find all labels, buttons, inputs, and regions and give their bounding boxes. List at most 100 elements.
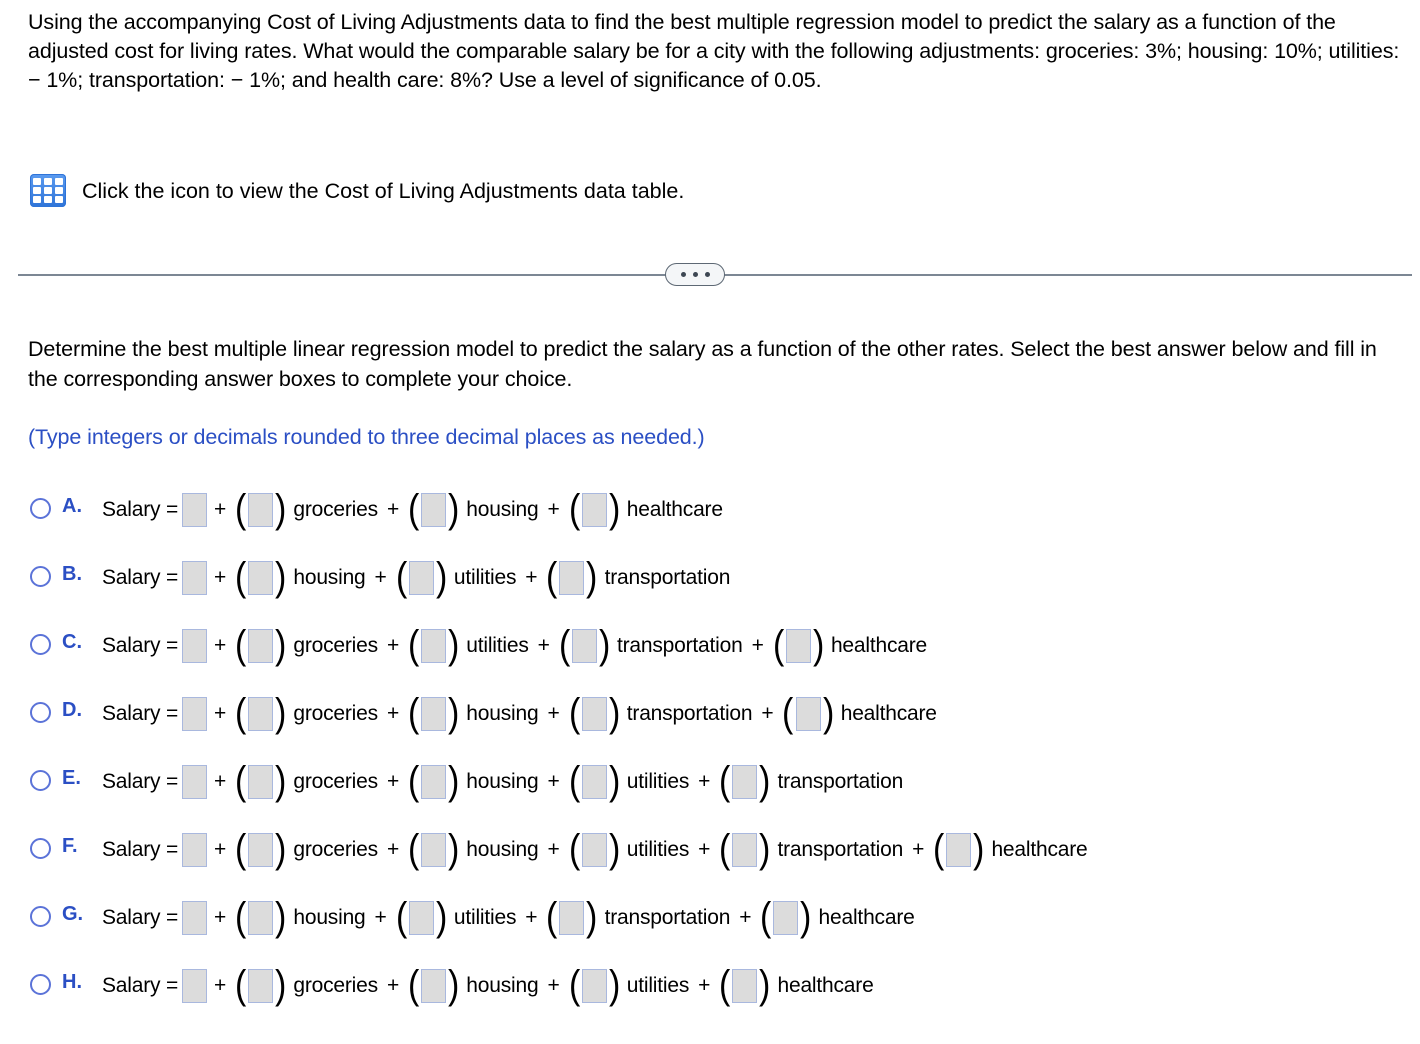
variable-label-housing: housing [466,498,539,521]
variable-label-groceries: groceries [293,770,378,793]
radio-button[interactable] [30,565,51,587]
radio-button[interactable] [30,905,51,927]
coefficient-input-utilities[interactable] [581,833,607,867]
regression-equation: Salary = + () groceries + () housing + () utiliti… [102,963,876,1007]
question-stem: Using the accompanying Cost of Living Ad… [28,10,1400,92]
coefficient-group: () [235,963,287,1007]
variable-label-utilities: utilities [466,634,529,657]
plus-sign: + [547,974,560,997]
coefficient-input-healthcare[interactable] [946,833,972,867]
coefficient-input-utilities[interactable] [408,901,434,935]
coefficient-input-transportation[interactable] [732,833,758,867]
answer-option-g[interactable]: G. Salary = + () housing + () utilities + () trans… [30,884,1420,952]
variable-label-groceries: groceries [293,974,378,997]
coefficient-input-utilities[interactable] [408,561,434,595]
coefficient-input-transportation[interactable] [571,629,597,663]
regression-equation: Salary = + () groceries + () housing + () transpo… [102,691,939,735]
radio-button[interactable] [30,633,51,655]
coefficient-input-housing[interactable] [248,561,274,595]
regression-equation: Salary = + () housing + () utilities + () transpo… [102,895,917,939]
variable-label-housing: housing [293,906,366,929]
option-letter: C. [62,631,82,653]
radio-button[interactable] [30,973,51,995]
answer-option-a[interactable]: A. Salary = + () groceries + () housing + () healt… [30,476,1420,544]
coefficient-input-transportation[interactable] [559,561,585,595]
coefficient-input-utilities[interactable] [581,969,607,1003]
variable-label-transportation: transportation [604,906,731,929]
coefficient-group: () [546,895,598,939]
plus-sign: + [761,702,774,725]
intercept-input[interactable] [182,765,208,799]
instruction-text: Determine the best multiple linear regre… [28,337,1377,391]
option-letter: E. [62,767,81,789]
coefficient-input-groceries[interactable] [248,493,274,527]
coefficient-input-housing[interactable] [421,833,447,867]
coefficient-group: () [568,963,620,1007]
equation-lhs: Salary = [102,838,179,861]
variable-label-housing: housing [293,566,366,589]
rounding-note: (Type integers or decimals rounded to th… [28,425,705,449]
intercept-input[interactable] [182,697,208,731]
plus-sign: + [214,566,227,589]
coefficient-input-groceries[interactable] [248,765,274,799]
plus-sign: + [698,838,711,861]
coefficient-input-utilities[interactable] [421,629,447,663]
intercept-input[interactable] [182,969,208,1003]
coefficient-input-transportation[interactable] [559,901,585,935]
coefficient-input-healthcare[interactable] [773,901,799,935]
coefficient-input-healthcare[interactable] [732,969,758,1003]
intercept-input[interactable] [182,629,208,663]
equation-lhs: Salary = [102,906,179,929]
ellipsis-horizontal-icon[interactable] [665,263,725,286]
table-grid-icon[interactable] [30,174,66,207]
coefficient-input-housing[interactable] [248,901,274,935]
plus-sign: + [547,838,560,861]
coefficient-input-healthcare[interactable] [795,697,821,731]
coefficient-input-groceries[interactable] [248,833,274,867]
option-letter: H. [62,971,82,993]
coefficient-input-groceries[interactable] [248,697,274,731]
answer-option-b[interactable]: B. Salary = + () housing + () utilities + () trans… [30,544,1420,612]
regression-equation: Salary = + () groceries + () housing + () utiliti… [102,761,905,801]
answer-option-e[interactable]: E. Salary = + () groceries + () housing + () utili… [30,748,1420,816]
plus-sign: + [214,974,227,997]
plus-sign: + [374,566,387,589]
radio-button[interactable] [30,769,51,791]
intercept-input[interactable] [182,901,208,935]
coefficient-input-utilities[interactable] [581,765,607,799]
coefficient-group: () [235,691,287,735]
answer-option-h[interactable]: H. Salary = + () groceries + () housing + () utili… [30,952,1420,1020]
intercept-input[interactable] [182,493,208,527]
coefficient-input-transportation[interactable] [581,697,607,731]
variable-label-transportation: transportation [604,566,731,589]
coefficient-input-housing[interactable] [421,765,447,799]
coefficient-input-healthcare[interactable] [581,493,607,527]
radio-button[interactable] [30,497,51,519]
coefficient-input-groceries[interactable] [248,629,274,663]
intercept-input[interactable] [182,833,208,867]
answer-option-c[interactable]: C. Salary = + () groceries + () utilities + () tra… [30,612,1420,680]
intercept-input[interactable] [182,561,208,595]
variable-label-housing: housing [466,770,539,793]
plus-sign: + [698,974,711,997]
radio-button[interactable] [30,701,51,723]
coefficient-group: () [395,895,447,939]
plus-sign: + [386,702,400,725]
variable-label-transportation: transportation [777,838,904,861]
equation-lhs: Salary = [102,702,179,725]
option-letter: B. [62,563,82,585]
variable-label-housing: housing [466,974,539,997]
data-table-link[interactable]: Click the icon to view the Cost of Livin… [30,174,684,207]
coefficient-input-housing[interactable] [421,493,447,527]
coefficient-input-housing[interactable] [421,697,447,731]
plus-sign: + [698,770,711,793]
coefficient-input-healthcare[interactable] [785,629,811,663]
radio-button[interactable] [30,837,51,859]
coefficient-input-transportation[interactable] [732,765,758,799]
coefficient-group: () [546,555,598,599]
variable-label-groceries: groceries [293,498,378,521]
coefficient-input-housing[interactable] [421,969,447,1003]
answer-option-d[interactable]: D. Salary = + () groceries + () housing + () trans… [30,680,1420,748]
answer-option-f[interactable]: F. Salary = + () groceries + () housing + () utili… [30,816,1420,884]
coefficient-input-groceries[interactable] [248,969,274,1003]
